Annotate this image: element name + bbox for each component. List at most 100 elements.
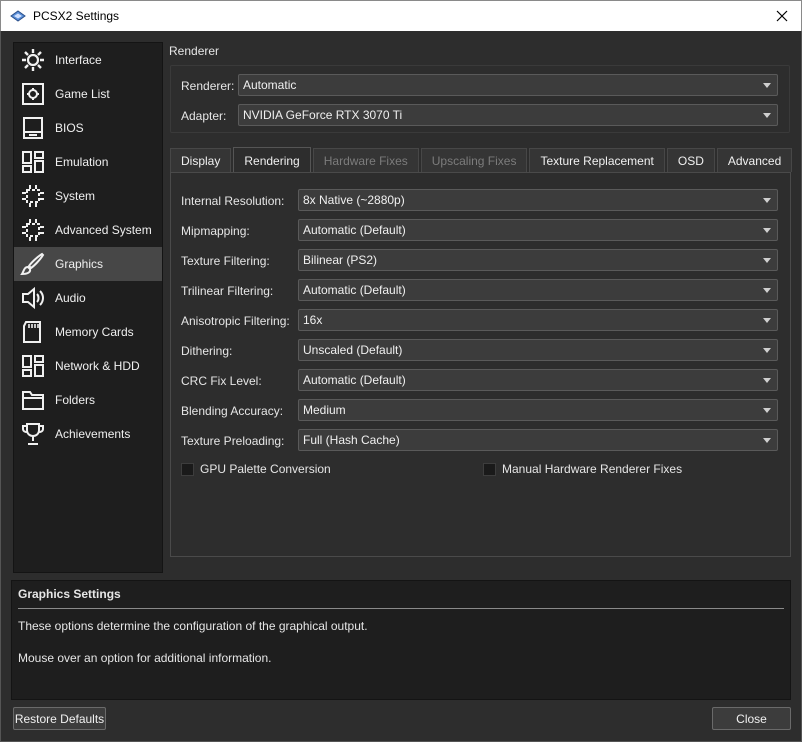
trilinear-filtering-select[interactable]: Automatic (Default) (298, 279, 778, 301)
checkbox-box[interactable] (181, 462, 194, 476)
sidebar-item-advanced-system[interactable]: Advanced System (14, 213, 162, 247)
adapter-select[interactable]: NVIDIA GeForce RTX 3070 Ti (238, 104, 778, 126)
pcsx2-logo-icon (10, 10, 26, 22)
dithering-label: Dithering: (181, 344, 233, 358)
window-close-button[interactable] (771, 5, 793, 27)
select-value: 8x Native (~2880p) (303, 193, 405, 207)
sidebar-item-audio[interactable]: Audio (14, 281, 162, 315)
brush-icon (19, 250, 47, 278)
folder-icon (19, 386, 47, 414)
tab-rendering[interactable]: Rendering (233, 147, 311, 173)
chevron-down-icon (763, 83, 771, 88)
help-text-line-2: Mouse over an option for additional info… (18, 651, 272, 665)
chevron-down-icon (763, 288, 771, 293)
select-value: Full (Hash Cache) (303, 433, 400, 447)
chevron-down-icon (763, 348, 771, 353)
interface-icon (19, 46, 47, 74)
anisotropic-filtering-select[interactable]: 16x (298, 309, 778, 331)
graphics-tab-bar: Display Rendering Hardware Fixes Upscali… (170, 147, 794, 173)
chevron-down-icon (763, 198, 771, 203)
select-value: Automatic (Default) (303, 283, 406, 297)
sidebar-item-network-hdd[interactable]: Network & HDD (14, 349, 162, 383)
select-value: Bilinear (PS2) (303, 253, 378, 267)
texture-preloading-select[interactable]: Full (Hash Cache) (298, 429, 778, 451)
mipmapping-select[interactable]: Automatic (Default) (298, 219, 778, 241)
sidebar-item-achievements[interactable]: Achievements (14, 417, 162, 451)
checkbox-box[interactable] (483, 462, 496, 476)
trilinear-filtering-label: Trilinear Filtering: (181, 284, 274, 298)
speaker-icon (19, 284, 47, 312)
blending-accuracy-select[interactable]: Medium (298, 399, 778, 421)
sidebar-item-label: System (55, 189, 96, 203)
settings-window: Interface Game List BIOS Emulation Syste… (0, 31, 802, 742)
chevron-down-icon (763, 113, 771, 118)
close-icon (776, 10, 788, 22)
gpu-palette-conversion-checkbox[interactable]: GPU Palette Conversion (181, 462, 331, 476)
sidebar-item-game-list[interactable]: Game List (14, 77, 162, 111)
memory-card-icon (19, 318, 47, 346)
adapter-label: Adapter: (181, 109, 227, 123)
sidebar-item-label: Emulation (55, 155, 109, 169)
sidebar-item-label: Network & HDD (55, 359, 140, 373)
trophy-icon (19, 420, 47, 448)
sidebar-item-label: BIOS (55, 121, 84, 135)
sidebar-item-memory-cards[interactable]: Memory Cards (14, 315, 162, 349)
select-value: Automatic (Default) (303, 223, 406, 237)
sidebar-item-label: Achievements (55, 427, 131, 441)
bios-icon (19, 114, 47, 142)
close-button[interactable]: Close (712, 707, 791, 730)
sidebar-item-system[interactable]: System (14, 179, 162, 213)
chevron-down-icon (763, 318, 771, 323)
chip-icon (19, 182, 47, 210)
texture-filtering-select[interactable]: Bilinear (PS2) (298, 249, 778, 271)
chip-icon (19, 216, 47, 244)
dithering-select[interactable]: Unscaled (Default) (298, 339, 778, 361)
chevron-down-icon (763, 228, 771, 233)
manual-hardware-renderer-fixes-checkbox[interactable]: Manual Hardware Renderer Fixes (483, 462, 682, 476)
sidebar-item-interface[interactable]: Interface (14, 43, 162, 77)
blending-accuracy-label: Blending Accuracy: (181, 404, 284, 418)
chevron-down-icon (763, 408, 771, 413)
renderer-section-label: Renderer (169, 44, 220, 58)
renderer-select-value: Automatic (243, 78, 297, 92)
anisotropic-filtering-label: Anisotropic Filtering: (181, 314, 290, 328)
tab-upscaling-fixes[interactable]: Upscaling Fixes (420, 148, 528, 172)
sidebar-item-emulation[interactable]: Emulation (14, 145, 162, 179)
renderer-label: Renderer: (181, 79, 235, 93)
sidebar-item-label: Memory Cards (55, 325, 134, 339)
adapter-select-value: NVIDIA GeForce RTX 3070 Ti (243, 108, 403, 122)
sidebar-item-label: Graphics (55, 257, 104, 271)
renderer-select[interactable]: Automatic (238, 74, 778, 96)
sidebar-item-bios[interactable]: BIOS (14, 111, 162, 145)
chevron-down-icon (763, 378, 771, 383)
chevron-down-icon (763, 258, 771, 263)
checkbox-label: Manual Hardware Renderer Fixes (502, 462, 683, 476)
internal-resolution-label: Internal Resolution: (181, 194, 285, 208)
sidebar-item-graphics[interactable]: Graphics (14, 247, 162, 281)
select-value: Automatic (Default) (303, 373, 406, 387)
mipmapping-label: Mipmapping: (181, 224, 250, 238)
restore-defaults-button[interactable]: Restore Defaults (13, 707, 106, 730)
crc-fix-level-select[interactable]: Automatic (Default) (298, 369, 778, 391)
tab-hardware-fixes[interactable]: Hardware Fixes (312, 148, 419, 172)
tab-display[interactable]: Display (170, 148, 232, 172)
sidebar-item-label: Game List (55, 87, 110, 101)
settings-help-panel: Graphics Settings These options determin… (11, 580, 791, 700)
internal-resolution-select[interactable]: 8x Native (~2880p) (298, 189, 778, 211)
texture-preloading-label: Texture Preloading: (181, 434, 285, 448)
network-icon (19, 352, 47, 380)
settings-sidebar: Interface Game List BIOS Emulation Syste… (13, 42, 163, 573)
help-text-line-1: These options determine the configuratio… (18, 619, 368, 633)
help-heading: Graphics Settings (18, 587, 121, 601)
tab-advanced[interactable]: Advanced (716, 148, 793, 172)
sidebar-item-label: Folders (55, 393, 96, 407)
game-list-icon (19, 80, 47, 108)
texture-filtering-label: Texture Filtering: (181, 254, 270, 268)
chevron-down-icon (763, 438, 771, 443)
sidebar-item-label: Interface (55, 53, 102, 67)
title-bar: PCSX2 Settings (0, 0, 802, 31)
select-value: 16x (303, 313, 323, 327)
sidebar-item-folders[interactable]: Folders (14, 383, 162, 417)
tab-osd[interactable]: OSD (666, 148, 715, 172)
tab-texture-replacement[interactable]: Texture Replacement (529, 148, 665, 172)
